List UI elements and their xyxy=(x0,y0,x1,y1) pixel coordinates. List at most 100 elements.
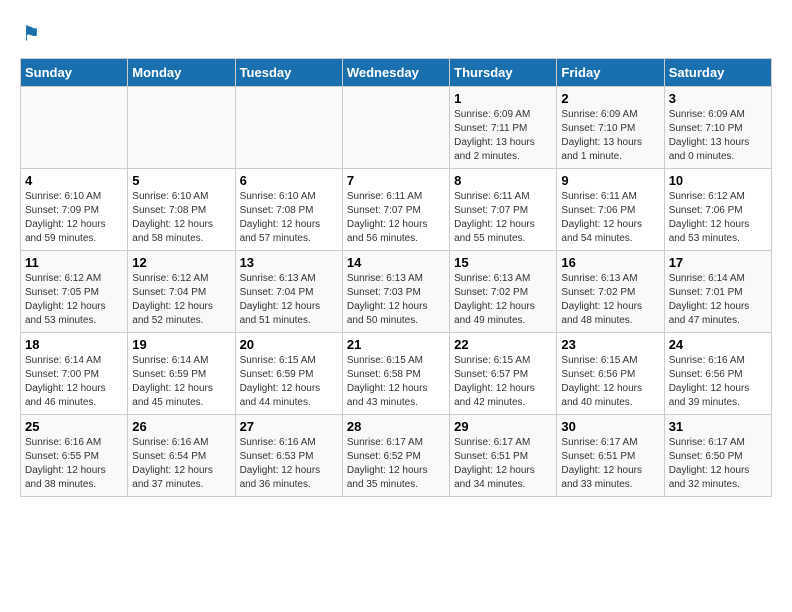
day-info: Sunrise: 6:14 AM Sunset: 7:00 PM Dayligh… xyxy=(25,354,123,410)
day-info: Sunrise: 6:17 AM Sunset: 6:52 PM Dayligh… xyxy=(347,436,445,492)
day-number: 30 xyxy=(561,419,659,434)
logo: ⚑ xyxy=(20,20,52,48)
header-sunday: Sunday xyxy=(21,59,128,87)
calendar-cell xyxy=(342,87,449,169)
calendar-cell: 1 Sunrise: 6:09 AM Sunset: 7:11 PM Daylig… xyxy=(450,87,557,169)
calendar-cell: 10Sunrise: 6:12 AM Sunset: 7:06 PM Dayli… xyxy=(664,169,771,251)
calendar-cell: 11 Sunrise: 6:12 AM Sunset: 7:05 PM Dayli… xyxy=(21,251,128,333)
day-info: Sunrise: 6:12 AM Sunset: 7:05 PM Dayligh… xyxy=(25,272,123,328)
calendar-cell: 8 Sunrise: 6:11 AM Sunset: 7:07 PM Daylig… xyxy=(450,169,557,251)
day-info: Sunrise: 6:11 AM Sunset: 7:07 PM Dayligh… xyxy=(454,190,552,246)
calendar-cell: 16 Sunrise: 6:13 AM Sunset: 7:02 PM Dayli… xyxy=(557,251,664,333)
calendar-cell: 27Sunrise: 6:16 AM Sunset: 6:53 PM Dayli… xyxy=(235,415,342,497)
day-number: 15 xyxy=(454,255,552,270)
logo-icon: ⚑ xyxy=(20,20,48,48)
calendar-cell xyxy=(235,87,342,169)
day-number: 29 xyxy=(454,419,552,434)
calendar-cell: 12 Sunrise: 6:12 AM Sunset: 7:04 PM Dayli… xyxy=(128,251,235,333)
day-info: Sunrise: 6:16 AM Sunset: 6:54 PM Dayligh… xyxy=(132,436,230,492)
day-info: Sunrise: 6:15 AM Sunset: 6:58 PM Dayligh… xyxy=(347,354,445,410)
day-info: Sunrise: 6:14 AM Sunset: 7:01 PM Dayligh… xyxy=(669,272,767,328)
day-number: 5 xyxy=(132,173,230,188)
calendar-cell: 9 Sunrise: 6:11 AM Sunset: 7:06 PM Daylig… xyxy=(557,169,664,251)
day-info: Sunrise: 6:10 AM Sunset: 7:08 PM Dayligh… xyxy=(132,190,230,246)
calendar-cell: 7 Sunrise: 6:11 AM Sunset: 7:07 PM Daylig… xyxy=(342,169,449,251)
header-thursday: Thursday xyxy=(450,59,557,87)
day-number: 3 xyxy=(669,91,767,106)
svg-text:⚑: ⚑ xyxy=(22,23,40,46)
day-info: Sunrise: 6:15 AM Sunset: 6:57 PM Dayligh… xyxy=(454,354,552,410)
week-row-3: 11 Sunrise: 6:12 AM Sunset: 7:05 PM Dayli… xyxy=(21,251,772,333)
calendar-cell xyxy=(21,87,128,169)
calendar-cell: 21 Sunrise: 6:15 AM Sunset: 6:58 PM Dayli… xyxy=(342,333,449,415)
day-number: 4 xyxy=(25,173,123,188)
day-info: Sunrise: 6:13 AM Sunset: 7:03 PM Dayligh… xyxy=(347,272,445,328)
day-number: 21 xyxy=(347,337,445,352)
day-number: 7 xyxy=(347,173,445,188)
calendar-cell: 13 Sunrise: 6:13 AM Sunset: 7:04 PM Dayli… xyxy=(235,251,342,333)
header-saturday: Saturday xyxy=(664,59,771,87)
calendar-cell: 24Sunrise: 6:16 AM Sunset: 6:56 PM Dayli… xyxy=(664,333,771,415)
day-number: 25 xyxy=(25,419,123,434)
calendar-cell: 17 Sunrise: 6:14 AM Sunset: 7:01 PM Dayli… xyxy=(664,251,771,333)
calendar-cell: 23Sunrise: 6:15 AM Sunset: 6:56 PM Dayli… xyxy=(557,333,664,415)
day-number: 9 xyxy=(561,173,659,188)
day-number: 18 xyxy=(25,337,123,352)
calendar-cell: 5 Sunrise: 6:10 AM Sunset: 7:08 PM Daylig… xyxy=(128,169,235,251)
day-number: 22 xyxy=(454,337,552,352)
day-number: 12 xyxy=(132,255,230,270)
header-tuesday: Tuesday xyxy=(235,59,342,87)
header-wednesday: Wednesday xyxy=(342,59,449,87)
calendar-cell: 30 Sunrise: 6:17 AM Sunset: 6:51 PM Dayli… xyxy=(557,415,664,497)
day-info: Sunrise: 6:13 AM Sunset: 7:02 PM Dayligh… xyxy=(561,272,659,328)
calendar-cell: 3Sunrise: 6:09 AM Sunset: 7:10 PM Daylig… xyxy=(664,87,771,169)
day-info: Sunrise: 6:16 AM Sunset: 6:53 PM Dayligh… xyxy=(240,436,338,492)
day-info: Sunrise: 6:13 AM Sunset: 7:02 PM Dayligh… xyxy=(454,272,552,328)
day-number: 23 xyxy=(561,337,659,352)
calendar-header-row: SundayMondayTuesdayWednesdayThursdayFrid… xyxy=(21,59,772,87)
calendar-cell: 14 Sunrise: 6:13 AM Sunset: 7:03 PM Dayli… xyxy=(342,251,449,333)
day-number: 17 xyxy=(669,255,767,270)
page-header: ⚑ xyxy=(20,20,772,48)
day-info: Sunrise: 6:14 AM Sunset: 6:59 PM Dayligh… xyxy=(132,354,230,410)
day-info: Sunrise: 6:11 AM Sunset: 7:06 PM Dayligh… xyxy=(561,190,659,246)
week-row-5: 25 Sunrise: 6:16 AM Sunset: 6:55 PM Dayli… xyxy=(21,415,772,497)
day-number: 24 xyxy=(669,337,767,352)
day-info: Sunrise: 6:10 AM Sunset: 7:09 PM Dayligh… xyxy=(25,190,123,246)
day-info: Sunrise: 6:17 AM Sunset: 6:50 PM Dayligh… xyxy=(669,436,767,492)
day-info: Sunrise: 6:15 AM Sunset: 6:59 PM Dayligh… xyxy=(240,354,338,410)
header-monday: Monday xyxy=(128,59,235,87)
calendar-cell: 6 Sunrise: 6:10 AM Sunset: 7:08 PM Daylig… xyxy=(235,169,342,251)
day-number: 14 xyxy=(347,255,445,270)
day-number: 11 xyxy=(25,255,123,270)
calendar-cell xyxy=(128,87,235,169)
day-info: Sunrise: 6:12 AM Sunset: 7:06 PM Dayligh… xyxy=(669,190,767,246)
day-info: Sunrise: 6:17 AM Sunset: 6:51 PM Dayligh… xyxy=(561,436,659,492)
day-info: Sunrise: 6:16 AM Sunset: 6:55 PM Dayligh… xyxy=(25,436,123,492)
day-number: 16 xyxy=(561,255,659,270)
day-number: 2 xyxy=(561,91,659,106)
day-number: 19 xyxy=(132,337,230,352)
week-row-2: 4 Sunrise: 6:10 AM Sunset: 7:09 PM Daylig… xyxy=(21,169,772,251)
day-info: Sunrise: 6:11 AM Sunset: 7:07 PM Dayligh… xyxy=(347,190,445,246)
calendar-cell: 18 Sunrise: 6:14 AM Sunset: 7:00 PM Dayli… xyxy=(21,333,128,415)
week-row-1: 1 Sunrise: 6:09 AM Sunset: 7:11 PM Daylig… xyxy=(21,87,772,169)
calendar-cell: 20Sunrise: 6:15 AM Sunset: 6:59 PM Dayli… xyxy=(235,333,342,415)
header-friday: Friday xyxy=(557,59,664,87)
calendar-cell: 29Sunrise: 6:17 AM Sunset: 6:51 PM Dayli… xyxy=(450,415,557,497)
day-number: 26 xyxy=(132,419,230,434)
day-info: Sunrise: 6:09 AM Sunset: 7:11 PM Dayligh… xyxy=(454,108,552,164)
day-number: 8 xyxy=(454,173,552,188)
day-info: Sunrise: 6:12 AM Sunset: 7:04 PM Dayligh… xyxy=(132,272,230,328)
day-info: Sunrise: 6:10 AM Sunset: 7:08 PM Dayligh… xyxy=(240,190,338,246)
day-info: Sunrise: 6:13 AM Sunset: 7:04 PM Dayligh… xyxy=(240,272,338,328)
calendar-cell: 22 Sunrise: 6:15 AM Sunset: 6:57 PM Dayli… xyxy=(450,333,557,415)
calendar-cell: 2Sunrise: 6:09 AM Sunset: 7:10 PM Daylig… xyxy=(557,87,664,169)
day-number: 1 xyxy=(454,91,552,106)
calendar-cell: 25 Sunrise: 6:16 AM Sunset: 6:55 PM Dayli… xyxy=(21,415,128,497)
day-number: 13 xyxy=(240,255,338,270)
week-row-4: 18 Sunrise: 6:14 AM Sunset: 7:00 PM Dayli… xyxy=(21,333,772,415)
calendar-cell: 4 Sunrise: 6:10 AM Sunset: 7:09 PM Daylig… xyxy=(21,169,128,251)
calendar-cell: 26 Sunrise: 6:16 AM Sunset: 6:54 PM Dayli… xyxy=(128,415,235,497)
day-number: 6 xyxy=(240,173,338,188)
